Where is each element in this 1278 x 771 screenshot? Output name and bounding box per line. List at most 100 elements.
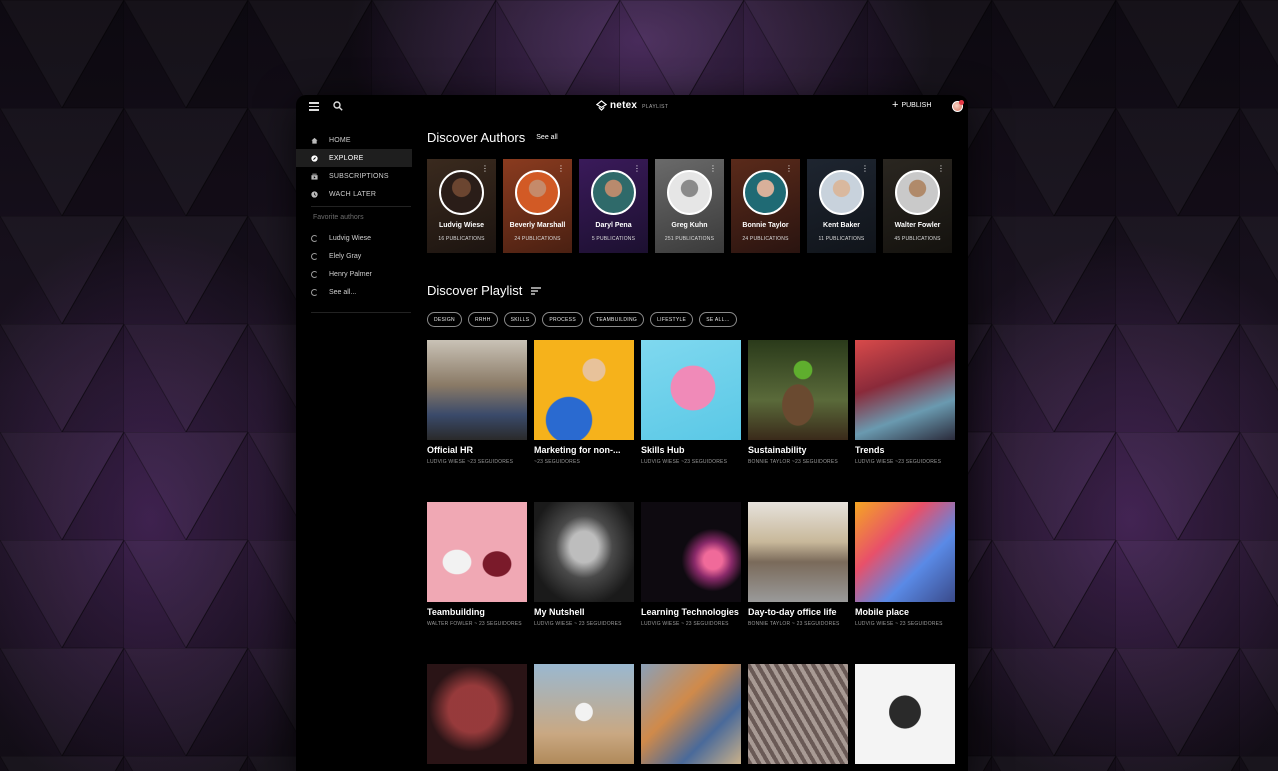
sidebar-item-explore[interactable]: EXPLORE <box>296 149 412 167</box>
section-title: Discover Playlist <box>427 283 523 298</box>
author-publications: 45 PUBLICATIONS <box>894 236 941 242</box>
favorite-author-label: Ludvig Wiese <box>329 234 372 242</box>
app-logo[interactable]: netex PLAYLIST <box>596 100 668 111</box>
more-options-icon[interactable]: ⋮ <box>633 165 641 173</box>
hamburger-menu-icon[interactable] <box>309 102 319 111</box>
playlist-meta: BONNIE TAYLOR ~23 SEGUIDORES <box>748 459 838 465</box>
playlist-meta: LUDVIG WIESE ~23 SEGUIDORES <box>427 459 514 465</box>
playlist-meta: BONNIE TAYLOR ~ 23 SEGUIDORES <box>748 621 840 627</box>
favorite-authors-heading: Favorite authors <box>313 214 364 221</box>
author-avatar <box>819 170 864 215</box>
playlist-card[interactable]: Day-to-day office life BONNIE TAYLOR ~ 2… <box>748 502 848 627</box>
filter-chip-design[interactable]: DESIGN <box>427 312 462 327</box>
publish-button[interactable]: + PUBLISH <box>892 99 932 111</box>
filter-chip-teambuilding[interactable]: TEAMBUILDING <box>588 312 645 327</box>
favorite-author-label: Elely Gray <box>329 252 362 260</box>
author-name: Walter Fowler <box>894 222 941 229</box>
playlist-card[interactable]: Teambuilding WALTER FOWLER ~ 23 SEGUIDOR… <box>427 502 527 627</box>
more-options-icon[interactable]: ⋮ <box>481 165 489 173</box>
more-options-icon[interactable]: ⋮ <box>557 165 565 173</box>
favorite-author-item[interactable]: Elely Gray <box>296 247 412 265</box>
playlist-title: My Nutshell <box>534 607 585 617</box>
playlist-title: Skills Hub <box>641 445 685 455</box>
filter-chip-lifestyle[interactable]: LIFESTYLE <box>650 312 694 327</box>
playlist-thumbnail <box>427 502 527 602</box>
playlist-meta: LUDVIG WIESE ~ 23 SEGUIDORES <box>641 621 729 627</box>
favorites-see-all[interactable]: See all... <box>296 283 412 301</box>
playlist-card[interactable]: Marketing for non-... ~23 SEGUIDORES <box>534 340 634 465</box>
filter-chip-skills[interactable]: SKILLS <box>503 312 537 327</box>
playlist-card[interactable] <box>641 664 741 764</box>
author-ring-icon <box>311 252 318 260</box>
author-card[interactable]: ⋮ Beverly Marshall 24 PUBLICATIONS <box>503 159 572 253</box>
author-card[interactable]: ⋮ Kent Baker 11 PUBLICATIONS <box>807 159 876 253</box>
playlist-card[interactable]: My Nutshell LUDVIG WIESE ~ 23 SEGUIDORES <box>534 502 634 627</box>
playlist-meta: ~23 SEGUIDORES <box>534 459 581 465</box>
author-avatar <box>743 170 788 215</box>
playlist-card[interactable] <box>427 664 527 764</box>
app-window: netex PLAYLIST + PUBLISH HOME EXPLORE SU… <box>296 95 968 771</box>
playlist-thumbnail <box>641 502 741 602</box>
author-card[interactable]: ⋮ Walter Fowler 45 PUBLICATIONS <box>883 159 952 253</box>
author-avatar <box>895 170 940 215</box>
user-avatar[interactable] <box>952 100 964 112</box>
more-options-icon[interactable]: ⋮ <box>861 165 869 173</box>
favorite-author-item[interactable]: Henry Palmer <box>296 265 412 283</box>
playlist-card[interactable] <box>748 664 848 764</box>
author-publications: 251 PUBLICATIONS <box>664 236 715 242</box>
playlist-title: Official HR <box>427 445 474 455</box>
authors-header: Discover Authors See all <box>427 130 558 145</box>
playlist-thumbnail <box>641 664 741 764</box>
filter-chip-rrhh[interactable]: RRHH <box>467 312 498 327</box>
author-card[interactable]: ⋮ Bonnie Taylor 24 PUBLICATIONS <box>731 159 800 253</box>
sidebar-item-label: HOME <box>329 136 351 144</box>
more-options-icon[interactable]: ⋮ <box>709 165 717 173</box>
more-options-icon[interactable]: ⋮ <box>785 165 793 173</box>
author-card[interactable]: ⋮ Greg Kuhn 251 PUBLICATIONS <box>655 159 724 253</box>
playlist-card[interactable]: Learning Technologies LUDVIG WIESE ~ 23 … <box>641 502 741 627</box>
playlist-thumbnail <box>534 340 634 440</box>
publish-label: PUBLISH <box>901 102 932 109</box>
playlist-header: Discover Playlist <box>427 283 542 298</box>
playlist-card[interactable]: Skills Hub LUDVIG WIESE ~23 SEGUIDORES <box>641 340 741 465</box>
authors-see-all-link[interactable]: See all <box>536 134 557 141</box>
author-name: Kent Baker <box>823 222 860 229</box>
playlist-title: Sustainability <box>748 445 807 455</box>
playlist-card[interactable]: Sustainability BONNIE TAYLOR ~23 SEGUIDO… <box>748 340 848 465</box>
filter-chip-process[interactable]: PROCESS <box>542 312 583 327</box>
notification-dot <box>959 100 964 105</box>
section-title: Discover Authors <box>427 130 526 145</box>
playlist-title: Marketing for non-... <box>534 445 621 455</box>
playlist-title: Day-to-day office life <box>748 607 837 617</box>
sidebar-item-label: SUBSCRIPTIONS <box>329 172 389 180</box>
sort-icon[interactable] <box>531 286 542 295</box>
filter-chip-see-all[interactable]: SE ALL... <box>699 312 737 327</box>
playlist-meta: LUDVIG WIESE ~23 SEGUIDORES <box>641 459 728 465</box>
playlist-card[interactable]: Mobile place LUDVIG WIESE ~ 23 SEGUIDORE… <box>855 502 955 627</box>
search-icon[interactable] <box>333 101 343 111</box>
favorite-author-item[interactable]: Ludvig Wiese <box>296 229 412 247</box>
favorite-author-label: See all... <box>329 288 357 296</box>
author-card[interactable]: ⋮ Daryl Pena 5 PUBLICATIONS <box>579 159 648 253</box>
playlist-thumbnail <box>855 502 955 602</box>
playlist-card[interactable]: Trends LUDVIG WIESE ~23 SEGUIDORES <box>855 340 955 465</box>
logo-subtitle: PLAYLIST <box>642 103 669 110</box>
sidebar-item-watch-later[interactable]: WACH LATER <box>296 185 412 203</box>
divider <box>311 312 411 313</box>
playlist-title: Trends <box>855 445 885 455</box>
playlist-card[interactable] <box>855 664 955 764</box>
playlist-card[interactable]: Official HR LUDVIG WIESE ~23 SEGUIDORES <box>427 340 527 465</box>
home-icon <box>311 137 318 144</box>
sidebar-item-home[interactable]: HOME <box>296 131 412 149</box>
author-ring-icon <box>311 234 318 242</box>
author-publications: 24 PUBLICATIONS <box>514 236 561 242</box>
more-options-icon[interactable]: ⋮ <box>937 165 945 173</box>
playlist-card[interactable] <box>534 664 634 764</box>
plus-icon: + <box>892 99 899 111</box>
author-card[interactable]: ⋮ Ludvig Wiese 16 PUBLICATIONS <box>427 159 496 253</box>
sidebar-item-subscriptions[interactable]: SUBSCRIPTIONS <box>296 167 412 185</box>
playlist-title: Teambuilding <box>427 607 485 617</box>
filter-chips: DESIGN RRHH SKILLS PROCESS TEAMBUILDING … <box>427 312 737 327</box>
playlist-thumbnail <box>534 664 634 764</box>
sidebar: HOME EXPLORE SUBSCRIPTIONS WACH LATER Fa… <box>296 131 412 313</box>
